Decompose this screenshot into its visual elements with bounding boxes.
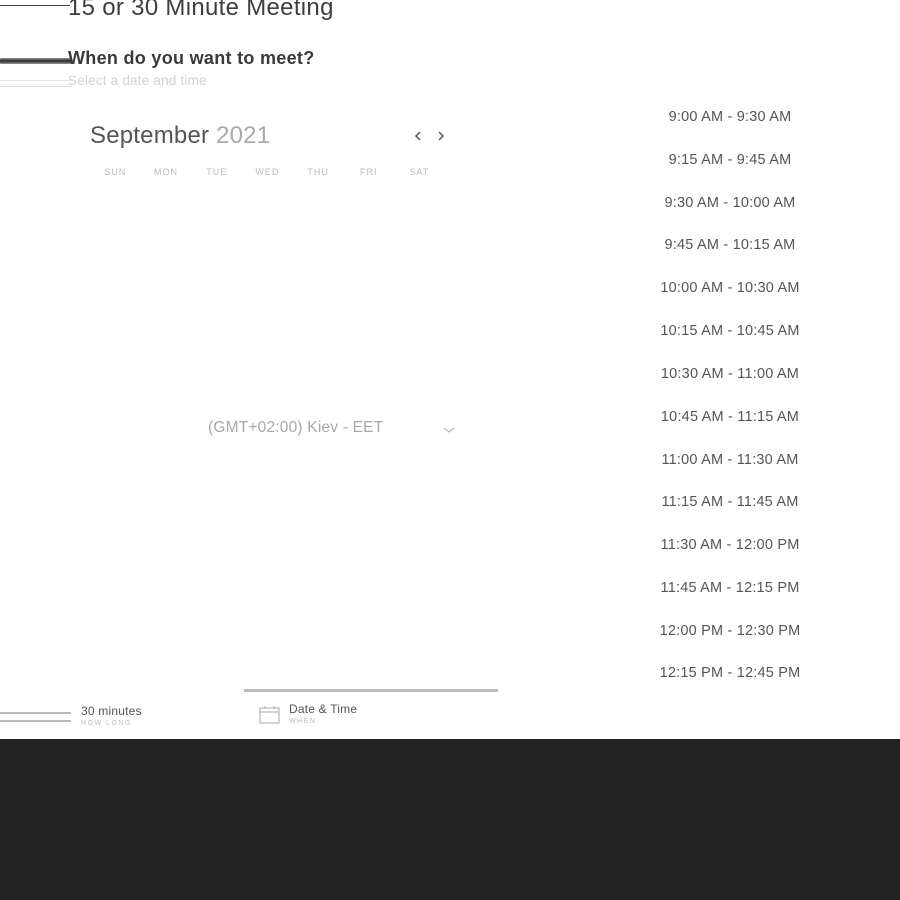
time-slot[interactable]: 11:30 AM - 12:00 PM <box>630 533 830 557</box>
time-slot[interactable]: 9:00 AM - 9:30 AM <box>630 105 830 129</box>
time-slot[interactable]: 12:15 PM - 12:45 PM <box>630 661 830 685</box>
weekday-label: MON <box>154 167 179 177</box>
step-duration-title[interactable]: 30 minutes <box>81 704 142 718</box>
chevron-left-icon <box>414 131 421 141</box>
time-slot[interactable]: 11:45 AM - 12:15 PM <box>630 576 830 600</box>
timezone-select[interactable]: (GMT+02:00) Kiev - EET <box>208 419 383 437</box>
dark-footer <box>0 739 900 900</box>
weekday-label: SAT <box>409 167 430 177</box>
active-step-indicator <box>244 689 498 692</box>
next-month-button[interactable] <box>431 126 451 146</box>
time-slot[interactable]: 10:00 AM - 10:30 AM <box>630 276 830 300</box>
subtitle-rule <box>0 58 72 64</box>
weekday-label: FRI <box>360 167 378 177</box>
weekday-label: WED <box>255 167 280 177</box>
time-slot[interactable]: 12:00 PM - 12:30 PM <box>630 619 830 643</box>
weekday-label: TUE <box>206 167 228 177</box>
hint-rule <box>0 80 72 87</box>
step-indicator-rule <box>0 712 71 722</box>
time-slot[interactable]: 10:15 AM - 10:45 AM <box>630 319 830 343</box>
time-slot[interactable]: 9:45 AM - 10:15 AM <box>630 233 830 257</box>
chevron-down-icon[interactable] <box>441 422 457 438</box>
page-title: 15 or 30 Minute Meeting <box>68 0 334 21</box>
section-hint: Select a date and time <box>68 73 207 88</box>
month-name: September <box>90 122 210 149</box>
time-slot[interactable]: 11:15 AM - 11:45 AM <box>630 490 830 514</box>
weekday-label: SUN <box>104 167 127 177</box>
step-datetime-title[interactable]: Date & Time <box>289 702 357 716</box>
time-slot[interactable]: 9:15 AM - 9:45 AM <box>630 148 830 172</box>
calendar-month-label: September 2021 <box>90 122 270 150</box>
weekday-header: SUN MON TUE WED THU FRI SAT <box>90 167 445 179</box>
step-datetime-subtitle: WHEN <box>289 718 317 725</box>
weekday-label: THU <box>307 167 329 177</box>
time-slot[interactable]: 10:30 AM - 11:00 AM <box>630 362 830 386</box>
time-slot[interactable]: 9:30 AM - 10:00 AM <box>630 191 830 215</box>
step-duration-subtitle: HOW LONG <box>81 720 132 727</box>
chevron-right-icon <box>438 131 445 141</box>
time-slot[interactable]: 11:00 AM - 11:30 AM <box>630 448 830 472</box>
calendar-icon <box>259 706 280 724</box>
previous-month-button[interactable] <box>408 126 428 146</box>
time-slot[interactable]: 10:45 AM - 11:15 AM <box>630 405 830 429</box>
section-heading: When do you want to meet? <box>68 48 315 68</box>
year-label: 2021 <box>216 122 271 149</box>
title-rule <box>0 5 70 6</box>
